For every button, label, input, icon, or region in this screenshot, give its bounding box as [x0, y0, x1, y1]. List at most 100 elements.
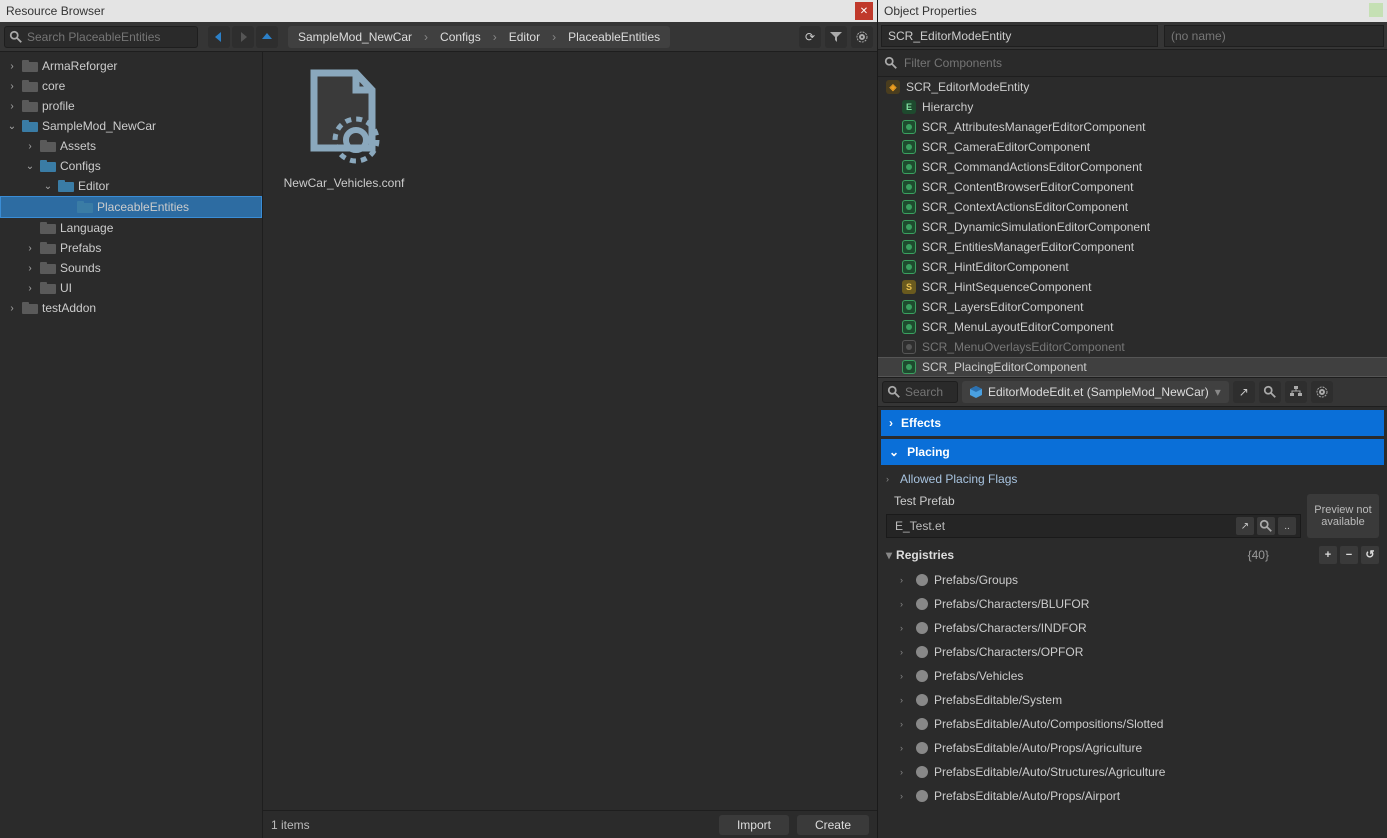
- tree-item[interactable]: ›core: [0, 76, 262, 96]
- breadcrumb-item[interactable]: PlaceableEntities: [558, 26, 670, 48]
- registry-item[interactable]: ›PrefabsEditable/Auto/Compositions/Slott…: [878, 712, 1387, 736]
- registries-header[interactable]: ▾ Registries {40} + − ↺: [878, 542, 1387, 568]
- property-search-wrap[interactable]: [882, 381, 958, 403]
- breadcrumb-item[interactable]: SampleMod_NewCar: [288, 26, 422, 48]
- expand-toggle-icon[interactable]: ⌄: [42, 181, 54, 192]
- expand-toggle-icon[interactable]: ›: [24, 283, 36, 294]
- expand-toggle-icon[interactable]: ›: [6, 81, 18, 92]
- tree-item[interactable]: ›Prefabs: [0, 238, 262, 258]
- add-registry-button[interactable]: +: [1319, 546, 1337, 564]
- expand-toggle-icon[interactable]: ⌄: [24, 161, 36, 172]
- breadcrumb-item[interactable]: Configs: [430, 26, 491, 48]
- component-type-icon: E: [902, 100, 916, 114]
- component-item[interactable]: SCR_CameraEditorComponent: [878, 137, 1387, 157]
- component-item[interactable]: ◈SCR_EditorModeEntity: [878, 77, 1387, 97]
- section-placing[interactable]: ⌄ Placing: [881, 439, 1384, 465]
- property-settings-button[interactable]: [1311, 381, 1333, 403]
- resource-browser-titlebar: Resource Browser ✕: [0, 0, 877, 22]
- tree-item[interactable]: ⌄Editor: [0, 176, 262, 196]
- component-label: SCR_DynamicSimulationEditorComponent: [922, 220, 1150, 234]
- component-item[interactable]: SCR_LayersEditorComponent: [878, 297, 1387, 317]
- tree-item-label: testAddon: [42, 301, 96, 315]
- expand-toggle-icon[interactable]: ⌄: [6, 121, 18, 132]
- nav-forward-button[interactable]: [232, 26, 254, 48]
- tree-item[interactable]: › ArmaReforger: [0, 56, 262, 76]
- tree-item[interactable]: ›UI: [0, 278, 262, 298]
- chevron-right-icon: ›: [900, 599, 910, 609]
- chevron-right-icon: ›: [886, 474, 896, 484]
- component-tree[interactable]: ◈SCR_EditorModeEntityEHierarchySCR_Attri…: [878, 77, 1387, 377]
- config-file-icon: [294, 68, 394, 168]
- component-item[interactable]: SCR_DynamicSimulationEditorComponent: [878, 217, 1387, 237]
- section-effects[interactable]: › Effects: [881, 410, 1384, 436]
- component-item[interactable]: SCR_PlacingEditorComponent: [878, 357, 1387, 377]
- registry-item[interactable]: ›Prefabs/Characters/BLUFOR: [878, 592, 1387, 616]
- tree-item[interactable]: ⌄SampleMod_NewCar: [0, 116, 262, 136]
- component-item[interactable]: SCR_ContentBrowserEditorComponent: [878, 177, 1387, 197]
- browse-search-icon[interactable]: [1257, 517, 1275, 535]
- component-item[interactable]: SSCR_HintSequenceComponent: [878, 277, 1387, 297]
- folder-icon: [22, 59, 38, 73]
- open-external-icon[interactable]: ↗: [1236, 517, 1254, 535]
- tree-item[interactable]: PlaceableEntities: [0, 196, 262, 218]
- registry-item[interactable]: ›PrefabsEditable/Auto/Props/Agriculture: [878, 736, 1387, 760]
- expand-toggle-icon[interactable]: ›: [24, 243, 36, 254]
- registry-item[interactable]: ›Prefabs/Characters/INDFOR: [878, 616, 1387, 640]
- component-item[interactable]: SCR_MenuLayoutEditorComponent: [878, 317, 1387, 337]
- breadcrumb-item[interactable]: Editor: [499, 26, 550, 48]
- close-icon[interactable]: ✕: [855, 2, 873, 20]
- registry-ball-icon: [916, 598, 928, 610]
- filter-button[interactable]: [825, 26, 847, 48]
- registry-item[interactable]: ›Prefabs/Groups: [878, 568, 1387, 592]
- component-item[interactable]: SCR_MenuOverlaysEditorComponent: [878, 337, 1387, 357]
- tree-item[interactable]: ⌄Configs: [0, 156, 262, 176]
- test-prefab-input[interactable]: E_Test.et: [891, 517, 1236, 535]
- component-item[interactable]: SCR_ContextActionsEditorComponent: [878, 197, 1387, 217]
- entity-name-field[interactable]: (no name): [1164, 25, 1384, 47]
- config-file-item[interactable]: NewCar_Vehicles.conf: [279, 68, 409, 190]
- more-button[interactable]: ..: [1278, 517, 1296, 535]
- registry-item[interactable]: ›PrefabsEditable/Auto/Props/Airport: [878, 784, 1387, 808]
- component-item[interactable]: SCR_AttributesManagerEditorComponent: [878, 117, 1387, 137]
- et-file-crumb[interactable]: EditorModeEdit.et (SampleMod_NewCar) ▾: [962, 381, 1229, 403]
- import-button[interactable]: Import: [719, 815, 789, 835]
- hierarchy-button[interactable]: [1285, 381, 1307, 403]
- tree-item[interactable]: ›profile: [0, 96, 262, 116]
- expand-toggle-icon[interactable]: ›: [24, 263, 36, 274]
- component-filter-wrap[interactable]: [878, 50, 1387, 77]
- remove-registry-button[interactable]: −: [1340, 546, 1358, 564]
- registry-item[interactable]: ›PrefabsEditable/Auto/Structures/Agricul…: [878, 760, 1387, 784]
- expand-toggle-icon[interactable]: ›: [6, 101, 18, 112]
- search-input-wrap[interactable]: [4, 26, 198, 48]
- tree-item[interactable]: Language: [0, 218, 262, 238]
- registry-item[interactable]: ›Prefabs/Characters/OPFOR: [878, 640, 1387, 664]
- refresh-button[interactable]: ⟳: [799, 26, 821, 48]
- expand-toggle-icon[interactable]: ›: [24, 141, 36, 152]
- registry-item[interactable]: ›Prefabs/Vehicles: [878, 664, 1387, 688]
- component-item[interactable]: SCR_HintEditorComponent: [878, 257, 1387, 277]
- entity-class-field[interactable]: SCR_EditorModeEntity: [881, 25, 1158, 47]
- open-external-button[interactable]: ↗: [1233, 381, 1255, 403]
- component-item[interactable]: SCR_EntitiesManagerEditorComponent: [878, 237, 1387, 257]
- component-item[interactable]: EHierarchy: [878, 97, 1387, 117]
- nav-back-button[interactable]: [208, 26, 230, 48]
- search-input[interactable]: [23, 30, 193, 44]
- reset-registries-button[interactable]: ↺: [1361, 546, 1379, 564]
- registry-item[interactable]: ›PrefabsEditable/System: [878, 688, 1387, 712]
- property-search-input[interactable]: [901, 385, 953, 399]
- allowed-placing-flags-row[interactable]: › Allowed Placing Flags: [878, 468, 1387, 490]
- tree-item[interactable]: ›Sounds: [0, 258, 262, 278]
- tree-item[interactable]: ›Assets: [0, 136, 262, 156]
- component-item[interactable]: SCR_CommandActionsEditorComponent: [878, 157, 1387, 177]
- expand-toggle-icon[interactable]: ›: [6, 61, 18, 72]
- tree-item-label: ArmaReforger: [42, 59, 117, 73]
- file-grid[interactable]: NewCar_Vehicles.conf: [263, 52, 877, 810]
- nav-up-button[interactable]: [256, 26, 278, 48]
- find-button[interactable]: [1259, 381, 1281, 403]
- component-filter-input[interactable]: [898, 56, 1381, 70]
- settings-button[interactable]: [851, 26, 873, 48]
- expand-toggle-icon[interactable]: ›: [6, 303, 18, 314]
- tree-item[interactable]: › testAddon: [0, 298, 262, 318]
- folder-tree[interactable]: › ArmaReforger ›core›profile⌄SampleMod_New…: [0, 52, 262, 838]
- create-button[interactable]: Create: [797, 815, 869, 835]
